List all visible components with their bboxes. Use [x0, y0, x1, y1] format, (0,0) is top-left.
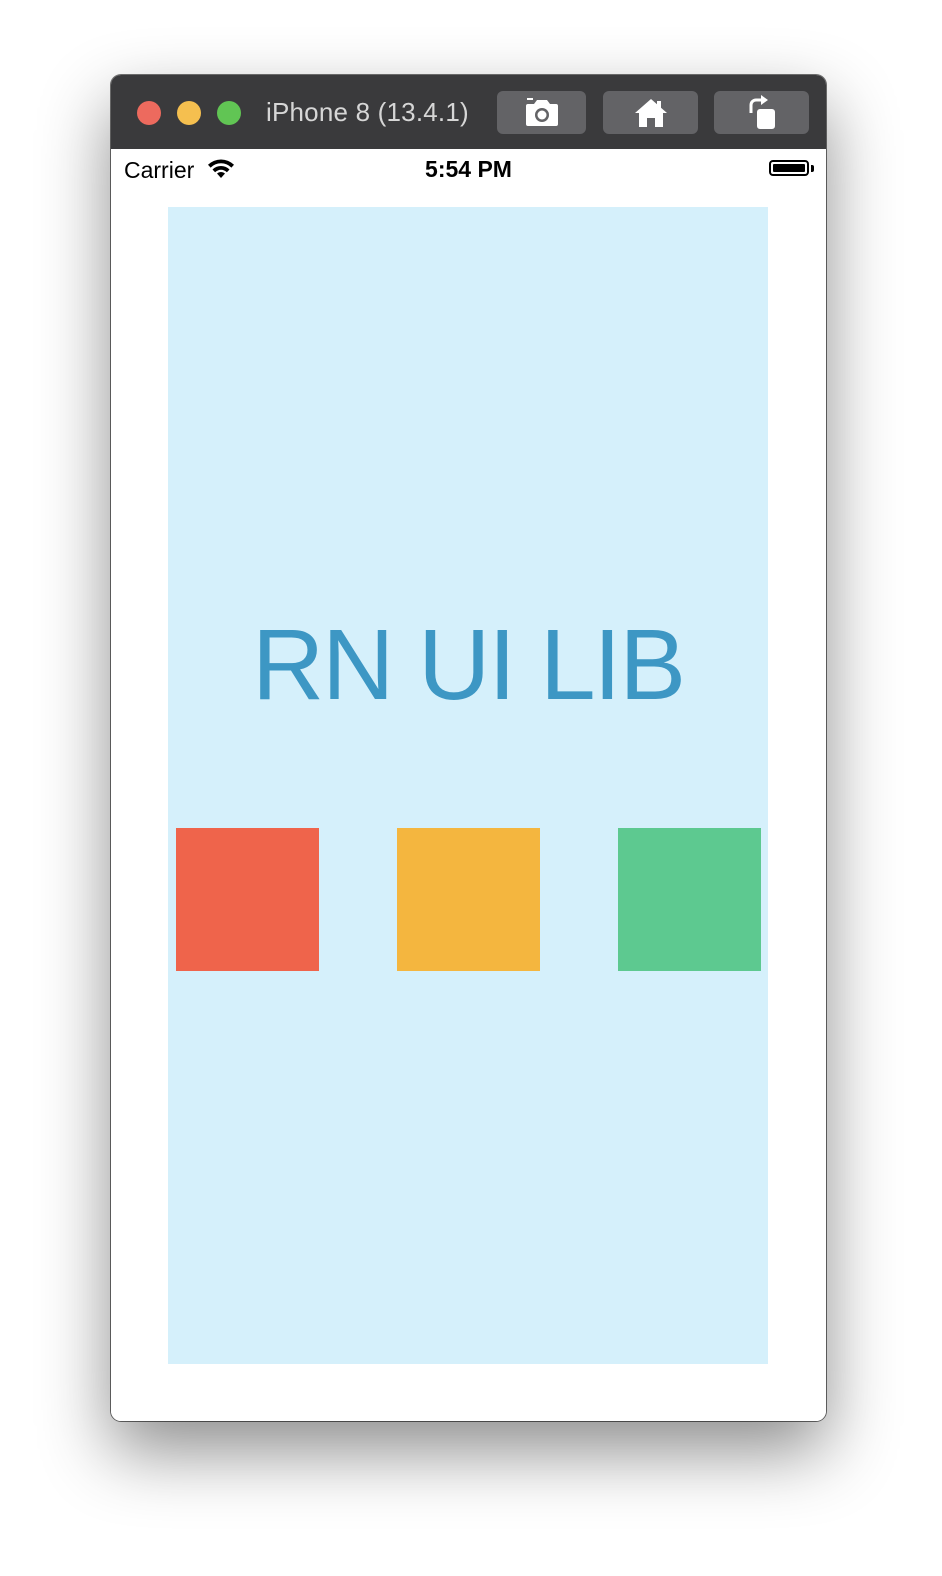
camera-icon — [525, 97, 558, 126]
device-screen: Carrier 5:54 PM RN UI LIB — [111, 149, 826, 1421]
green-square — [618, 828, 761, 971]
screenshot-button[interactable] — [497, 91, 586, 134]
home-icon — [634, 98, 667, 127]
rotate-button[interactable] — [714, 91, 809, 134]
simulator-window: iPhone 8 (13.4.1) Carrier 5:54 PM RN UI … — [111, 75, 826, 1421]
status-time: 5:54 PM — [425, 156, 512, 182]
status-bar: Carrier 5:54 PM — [111, 149, 826, 191]
app-container: RN UI LIB — [168, 207, 768, 1364]
rotate-icon — [749, 94, 775, 129]
zoom-button[interactable] — [217, 101, 241, 125]
battery-icon — [769, 160, 809, 176]
app-title: RN UI LIB — [251, 609, 686, 721]
minimize-button[interactable] — [177, 101, 201, 125]
window-title: iPhone 8 (13.4.1) — [266, 97, 469, 127]
home-button[interactable] — [603, 91, 698, 134]
red-square — [176, 828, 319, 971]
yellow-square — [397, 828, 540, 971]
battery-nub — [811, 165, 814, 172]
window-titlebar[interactable]: iPhone 8 (13.4.1) — [111, 75, 826, 149]
close-button[interactable] — [137, 101, 161, 125]
